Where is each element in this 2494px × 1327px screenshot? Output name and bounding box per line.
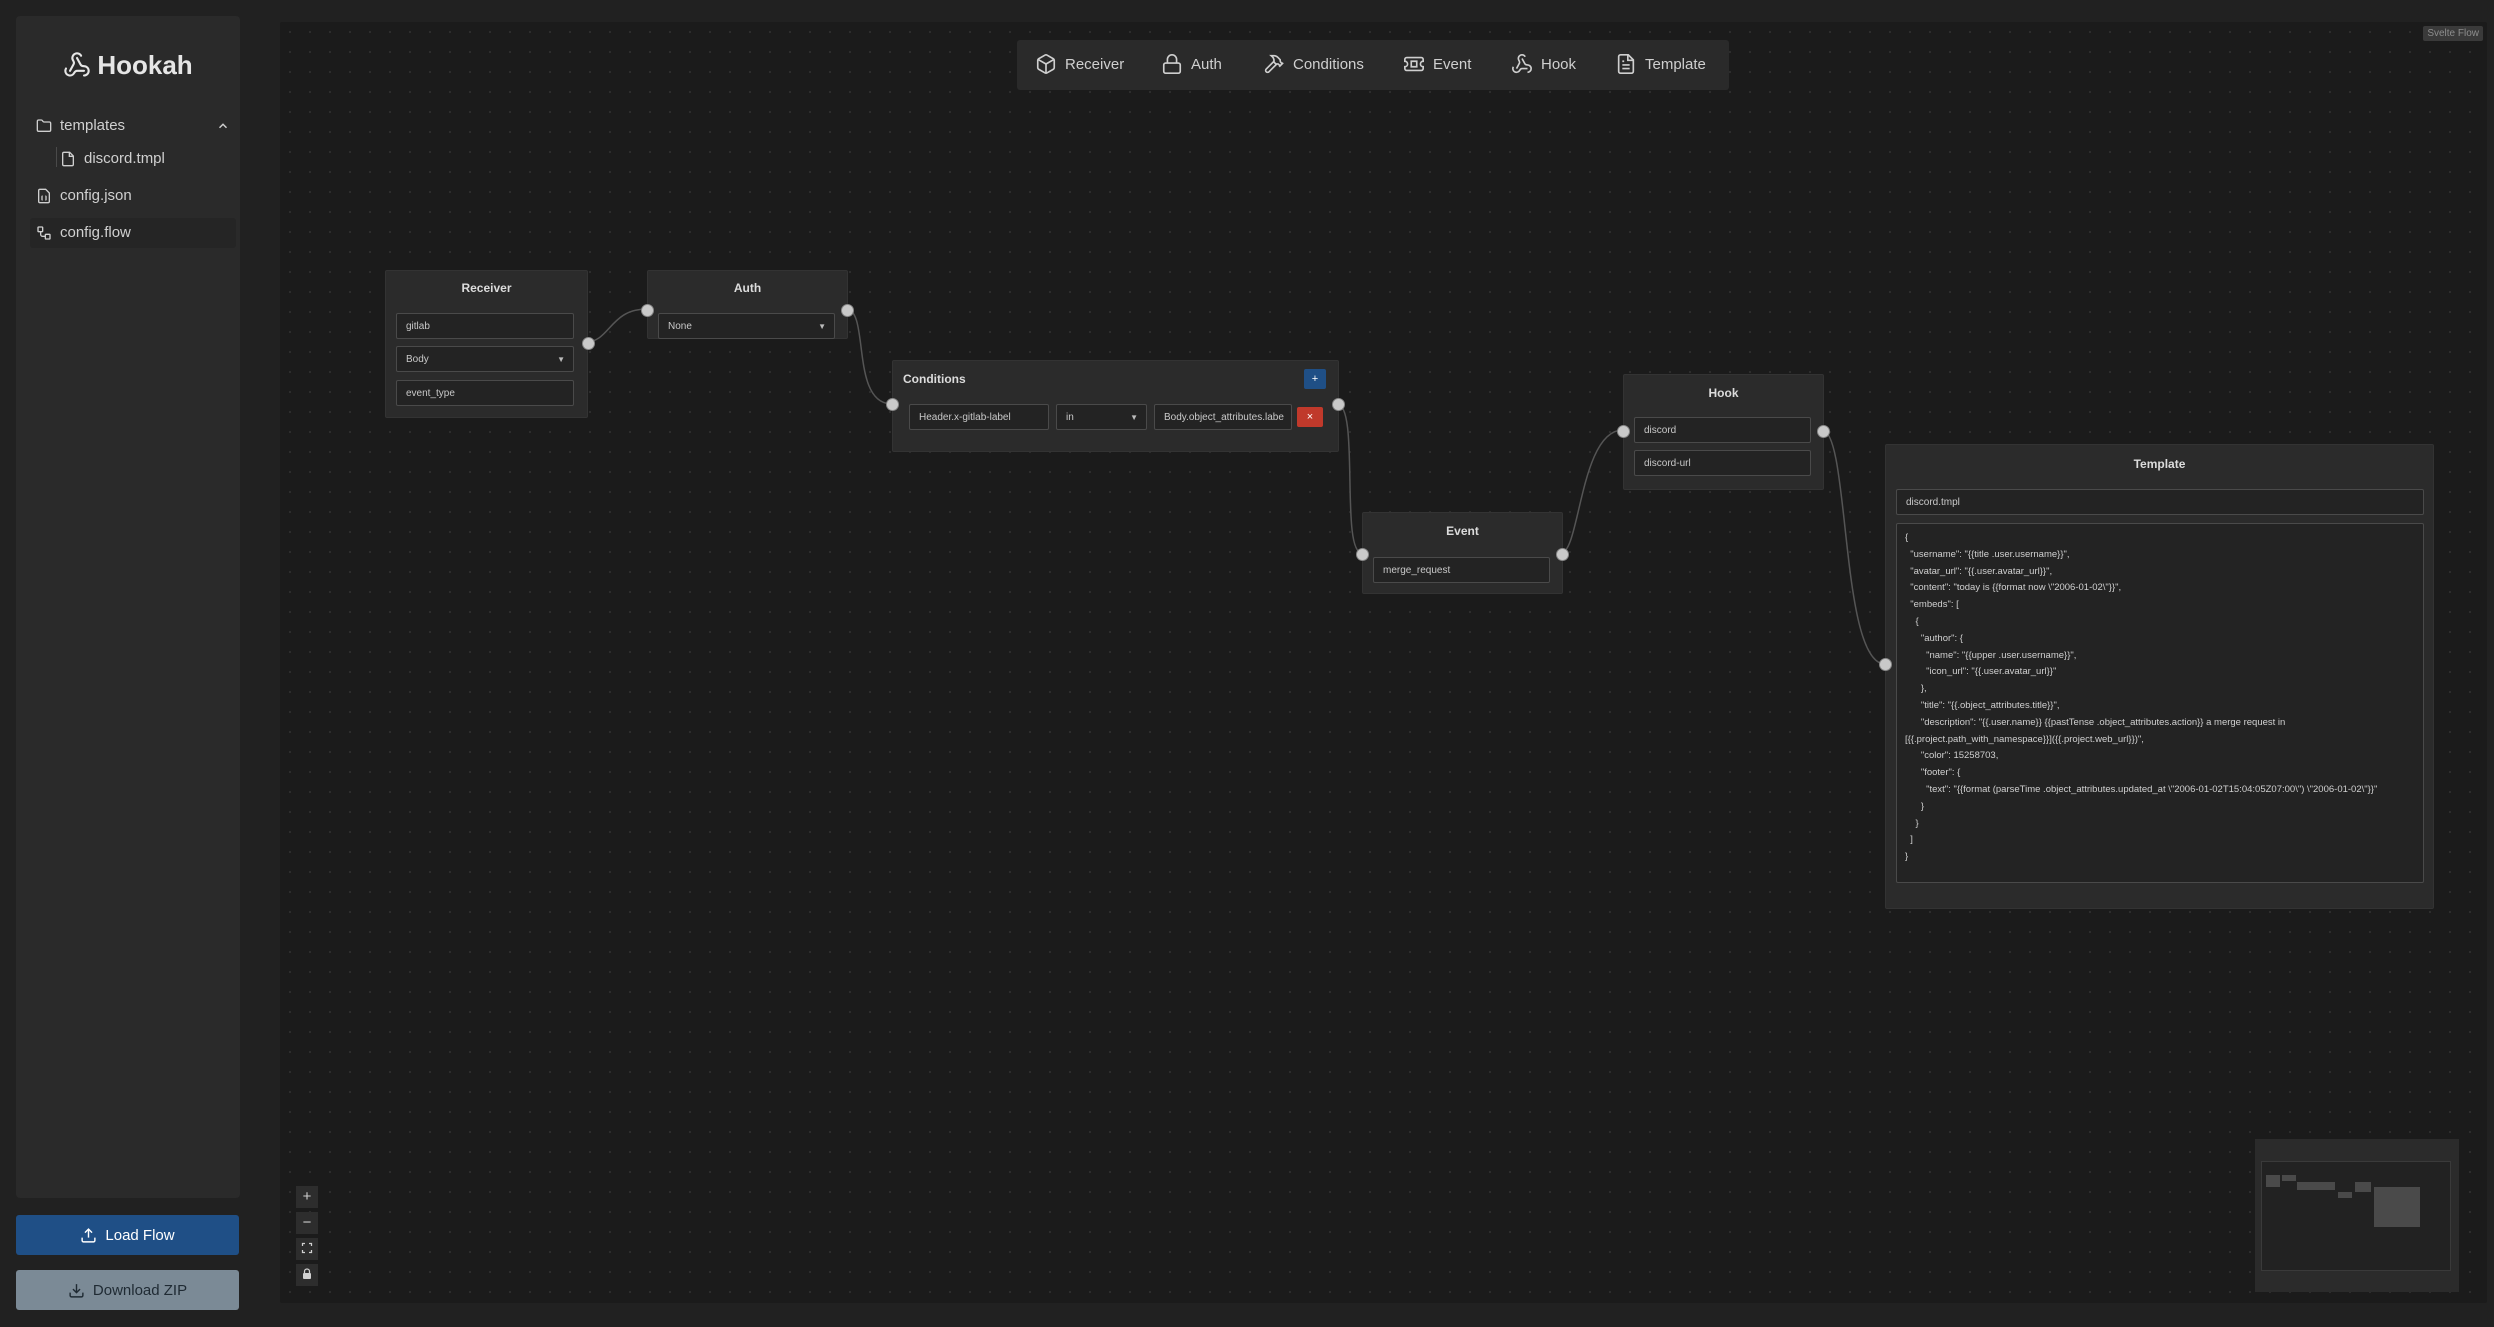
template-body-textarea[interactable]: { "username": "{{title .user.username}}"…: [1896, 523, 2424, 883]
node-title: Conditions: [903, 372, 966, 386]
edge-event-hook: [1560, 429, 1624, 554]
minimap-viewport: [2261, 1161, 2451, 1271]
receiver-key-input[interactable]: event_type: [396, 380, 574, 406]
event-output-handle[interactable]: [1556, 548, 1569, 561]
caret-down-icon: ▼: [557, 355, 565, 364]
template-node[interactable]: Template discord.tmpl { "username": "{{t…: [1879, 444, 2434, 909]
download-zip-button[interactable]: Download ZIP: [16, 1270, 239, 1310]
receiver-node[interactable]: Receiver gitlab Body ▼ event_type: [385, 270, 595, 418]
condition-operator-select[interactable]: in ▼: [1056, 404, 1147, 430]
hook-name-input[interactable]: discord: [1634, 417, 1811, 443]
conditions-node[interactable]: Conditions + Header.x-gitlab-label in ▼ B…: [886, 360, 1345, 452]
folder-icon: [36, 119, 52, 132]
add-condition-button[interactable]: +: [1304, 369, 1326, 389]
edge-receiver-auth: [585, 308, 648, 343]
caret-down-icon: ▼: [1130, 413, 1138, 422]
edge-auth-conditions: [845, 308, 893, 405]
event-type-input[interactable]: merge_request: [1373, 557, 1550, 583]
app-title: Hookah: [16, 50, 240, 81]
receiver-name-input[interactable]: gitlab: [396, 313, 574, 339]
upload-icon: [81, 1228, 96, 1243]
auth-output-handle[interactable]: [841, 304, 854, 317]
load-flow-button[interactable]: Load Flow: [16, 1215, 239, 1255]
hook-output-handle[interactable]: [1817, 425, 1830, 438]
event-input-handle[interactable]: [1356, 548, 1369, 561]
receiver-output-handle[interactable]: [582, 337, 595, 350]
tree-item-discord-tmpl[interactable]: discord.tmpl: [60, 144, 165, 174]
file-json-icon: [38, 188, 50, 204]
flow-canvas[interactable]: Svelte Flow Receiver Auth Conditions Eve…: [280, 22, 2487, 1303]
download-icon: [69, 1284, 84, 1298]
auth-method-select[interactable]: None ▼: [658, 313, 835, 339]
fit-view-icon: [301, 1242, 313, 1254]
conditions-input-handle[interactable]: [886, 398, 899, 411]
conditions-output-handle[interactable]: [1332, 398, 1345, 411]
caret-down-icon: ▼: [818, 322, 826, 331]
zoom-in-button[interactable]: +: [296, 1186, 318, 1208]
tree-item-config-flow[interactable]: config.flow: [30, 218, 236, 248]
auth-node[interactable]: Auth None ▼: [641, 270, 854, 339]
remove-condition-button[interactable]: ×: [1297, 407, 1323, 427]
flow-icon: [37, 226, 51, 240]
condition-left-input[interactable]: Header.x-gitlab-label: [909, 404, 1049, 430]
hook-logo-icon: [64, 52, 90, 77]
edge-hook-template: [1821, 429, 1886, 665]
event-node[interactable]: Event merge_request: [1356, 512, 1569, 594]
lock-button[interactable]: [296, 1264, 318, 1286]
hook-input-handle[interactable]: [1617, 425, 1630, 438]
tree-item-config-json[interactable]: config.json: [36, 181, 132, 211]
node-title: Event: [1446, 524, 1479, 538]
auth-input-handle[interactable]: [641, 304, 654, 317]
lock-icon: [303, 1268, 311, 1279]
hook-url-input[interactable]: discord-url: [1634, 450, 1811, 476]
edge-conditions-event: [1336, 403, 1363, 554]
sidebar: Hookah templates discord.tmpl config.jso…: [16, 16, 240, 1198]
node-title: Hook: [1708, 386, 1739, 400]
hook-node[interactable]: Hook discord discord-url: [1617, 374, 1830, 490]
node-title: Template: [2133, 457, 2186, 471]
node-title: Auth: [733, 281, 762, 295]
chevron-up-icon[interactable]: [216, 119, 230, 133]
zoom-out-button[interactable]: −: [296, 1212, 318, 1234]
condition-right-input[interactable]: Body.object_attributes.labe: [1154, 404, 1292, 430]
tree-item-templates[interactable]: templates: [36, 111, 240, 141]
receiver-source-select[interactable]: Body ▼: [396, 346, 574, 372]
minimap[interactable]: [2255, 1139, 2459, 1292]
tree-guide: [56, 147, 57, 167]
fit-view-button[interactable]: [296, 1238, 318, 1260]
template-input-handle[interactable]: [1879, 658, 1892, 671]
node-title: Receiver: [461, 281, 512, 295]
file-icon: [62, 151, 74, 167]
template-file-input[interactable]: discord.tmpl: [1896, 489, 2424, 515]
